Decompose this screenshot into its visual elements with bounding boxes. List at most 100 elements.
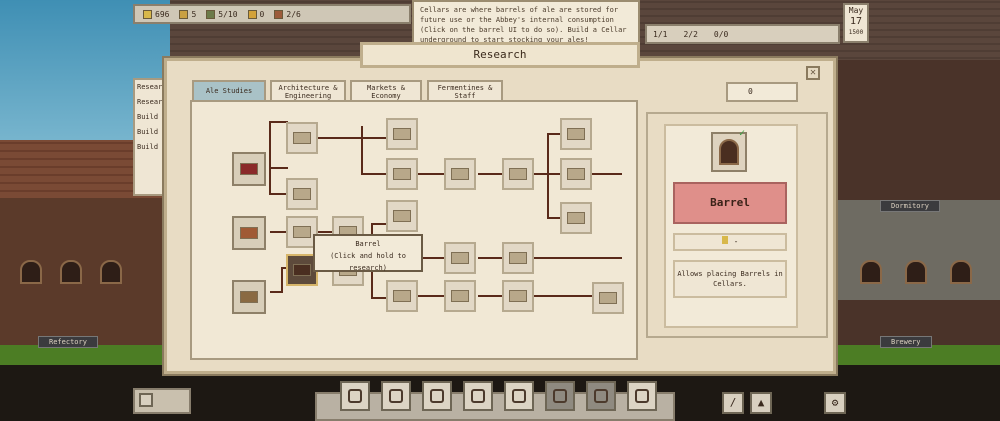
minimap-controls[interactable] — [133, 388, 191, 414]
map-button[interactable] — [381, 381, 411, 411]
chest-icon — [599, 292, 617, 304]
coin-icon — [721, 236, 728, 244]
stats-bar: 1/1 2/2 0/0 — [645, 24, 840, 44]
tablet-icon — [247, 9, 257, 19]
money-icon — [179, 9, 189, 19]
chest-icon — [393, 290, 411, 302]
chest-icon — [509, 252, 527, 264]
tech-node-locked[interactable] — [386, 200, 418, 232]
tech-root-brewing[interactable] — [232, 152, 266, 186]
tech-node-locked[interactable] — [502, 280, 534, 312]
window — [100, 260, 122, 284]
tools-button[interactable] — [463, 381, 493, 411]
tech-node-locked[interactable] — [444, 242, 476, 274]
dormitory-label[interactable]: Dormitory — [880, 200, 940, 212]
node-tooltip: Barrel (Click and hold to research) — [313, 234, 423, 272]
date-month: May — [848, 6, 864, 15]
resource-bar: 696 5 5/10 0 2/6 — [133, 4, 411, 24]
item-b-counter[interactable]: 2/6 — [274, 9, 301, 19]
sack-icon — [240, 227, 258, 239]
check-icon: ✓ — [739, 128, 746, 139]
refectory-label[interactable]: Refectory — [38, 336, 98, 348]
date-day: 17 — [849, 16, 863, 27]
coins-counter[interactable]: 5 — [179, 9, 196, 19]
tech-node[interactable] — [286, 122, 318, 154]
tech-node-locked[interactable] — [444, 280, 476, 312]
tooltip-title: Barrel — [355, 240, 381, 248]
monk-icon — [206, 9, 216, 19]
bell-button[interactable]: ▲ — [750, 392, 772, 414]
detail-description: Allows placing Barrels in Cellars. — [673, 260, 787, 298]
detail-cost: - — [673, 233, 787, 251]
tech-node-locked[interactable] — [560, 158, 592, 190]
chest-icon — [509, 290, 527, 302]
window — [860, 260, 882, 284]
tech-node-locked[interactable] — [560, 202, 592, 234]
build-button[interactable] — [504, 381, 534, 411]
tech-node-locked[interactable] — [444, 158, 476, 190]
chest-icon — [393, 128, 411, 140]
chest-icon — [567, 128, 585, 140]
chart-icon — [430, 389, 444, 403]
chest-icon — [393, 168, 411, 180]
sack-icon — [635, 389, 649, 403]
map-icon — [389, 389, 403, 403]
tab-architecture[interactable]: Architecture & Engineering — [270, 80, 346, 102]
barrel-icon — [293, 264, 311, 276]
tooltip-hint: (Click and hold to research) — [330, 252, 406, 272]
chart-button[interactable] — [422, 381, 452, 411]
tech-root-ingredients[interactable] — [232, 216, 266, 250]
tech-node-locked[interactable] — [386, 118, 418, 150]
cauldron-icon — [293, 226, 311, 238]
tech-node-locked[interactable] — [386, 158, 418, 190]
tab-ale-studies[interactable]: Ale Studies — [192, 80, 266, 102]
trade-icon — [594, 389, 608, 403]
slash-button[interactable]: / — [722, 392, 744, 414]
herb-icon — [293, 188, 311, 200]
gold-counter[interactable]: 696 — [143, 9, 169, 19]
tech-tree — [190, 100, 638, 360]
chest-icon — [451, 252, 469, 264]
trade-button[interactable] — [586, 381, 616, 411]
settings-button[interactable]: ⚙ — [824, 392, 846, 414]
tools-icon — [471, 389, 485, 403]
right-hall — [830, 200, 1000, 300]
stat-a: 1/1 — [653, 29, 668, 39]
tech-node-locked[interactable] — [386, 280, 418, 312]
notification-tooltip: Cellars are where barrels of ale are sto… — [412, 0, 640, 44]
zoom-icon[interactable] — [139, 393, 153, 407]
item-a-counter[interactable]: 0 — [247, 9, 264, 19]
search-icon — [348, 389, 362, 403]
window — [950, 260, 972, 284]
storage-button[interactable] — [545, 381, 575, 411]
tech-root-storage[interactable] — [232, 280, 266, 314]
tech-node[interactable] — [286, 178, 318, 210]
barrels-icon — [240, 291, 258, 303]
barrel-icon — [719, 139, 739, 165]
detail-name[interactable]: Barrel — [673, 182, 787, 224]
shelf-icon — [293, 132, 311, 144]
tab-fermentines[interactable]: Fermentines & Staff — [427, 80, 503, 102]
chest-icon — [451, 290, 469, 302]
brewery-label[interactable]: Brewery — [880, 336, 932, 348]
tab-markets[interactable]: Markets & Economy — [350, 80, 422, 102]
chest-icon — [451, 168, 469, 180]
date-year: 1500 — [848, 29, 864, 36]
calendar[interactable]: May 17 1500 — [843, 3, 869, 43]
brew-icon — [240, 163, 258, 175]
coin-icon — [143, 9, 152, 19]
search-button[interactable] — [340, 381, 370, 411]
tech-node-locked[interactable] — [560, 118, 592, 150]
window — [905, 260, 927, 284]
tech-node-locked[interactable] — [502, 158, 534, 190]
sack-button[interactable] — [627, 381, 657, 411]
monks-counter[interactable]: 5/10 — [206, 9, 238, 19]
storage-icon — [553, 389, 567, 403]
dialog-title: Research — [360, 42, 640, 68]
research-points: 0 — [726, 82, 798, 102]
close-button[interactable]: ✕ — [806, 66, 820, 80]
research-points-value: 0 — [748, 87, 753, 96]
stat-b: 2/2 — [683, 29, 698, 39]
tech-node-locked[interactable] — [502, 242, 534, 274]
tech-node-locked[interactable] — [592, 282, 624, 314]
